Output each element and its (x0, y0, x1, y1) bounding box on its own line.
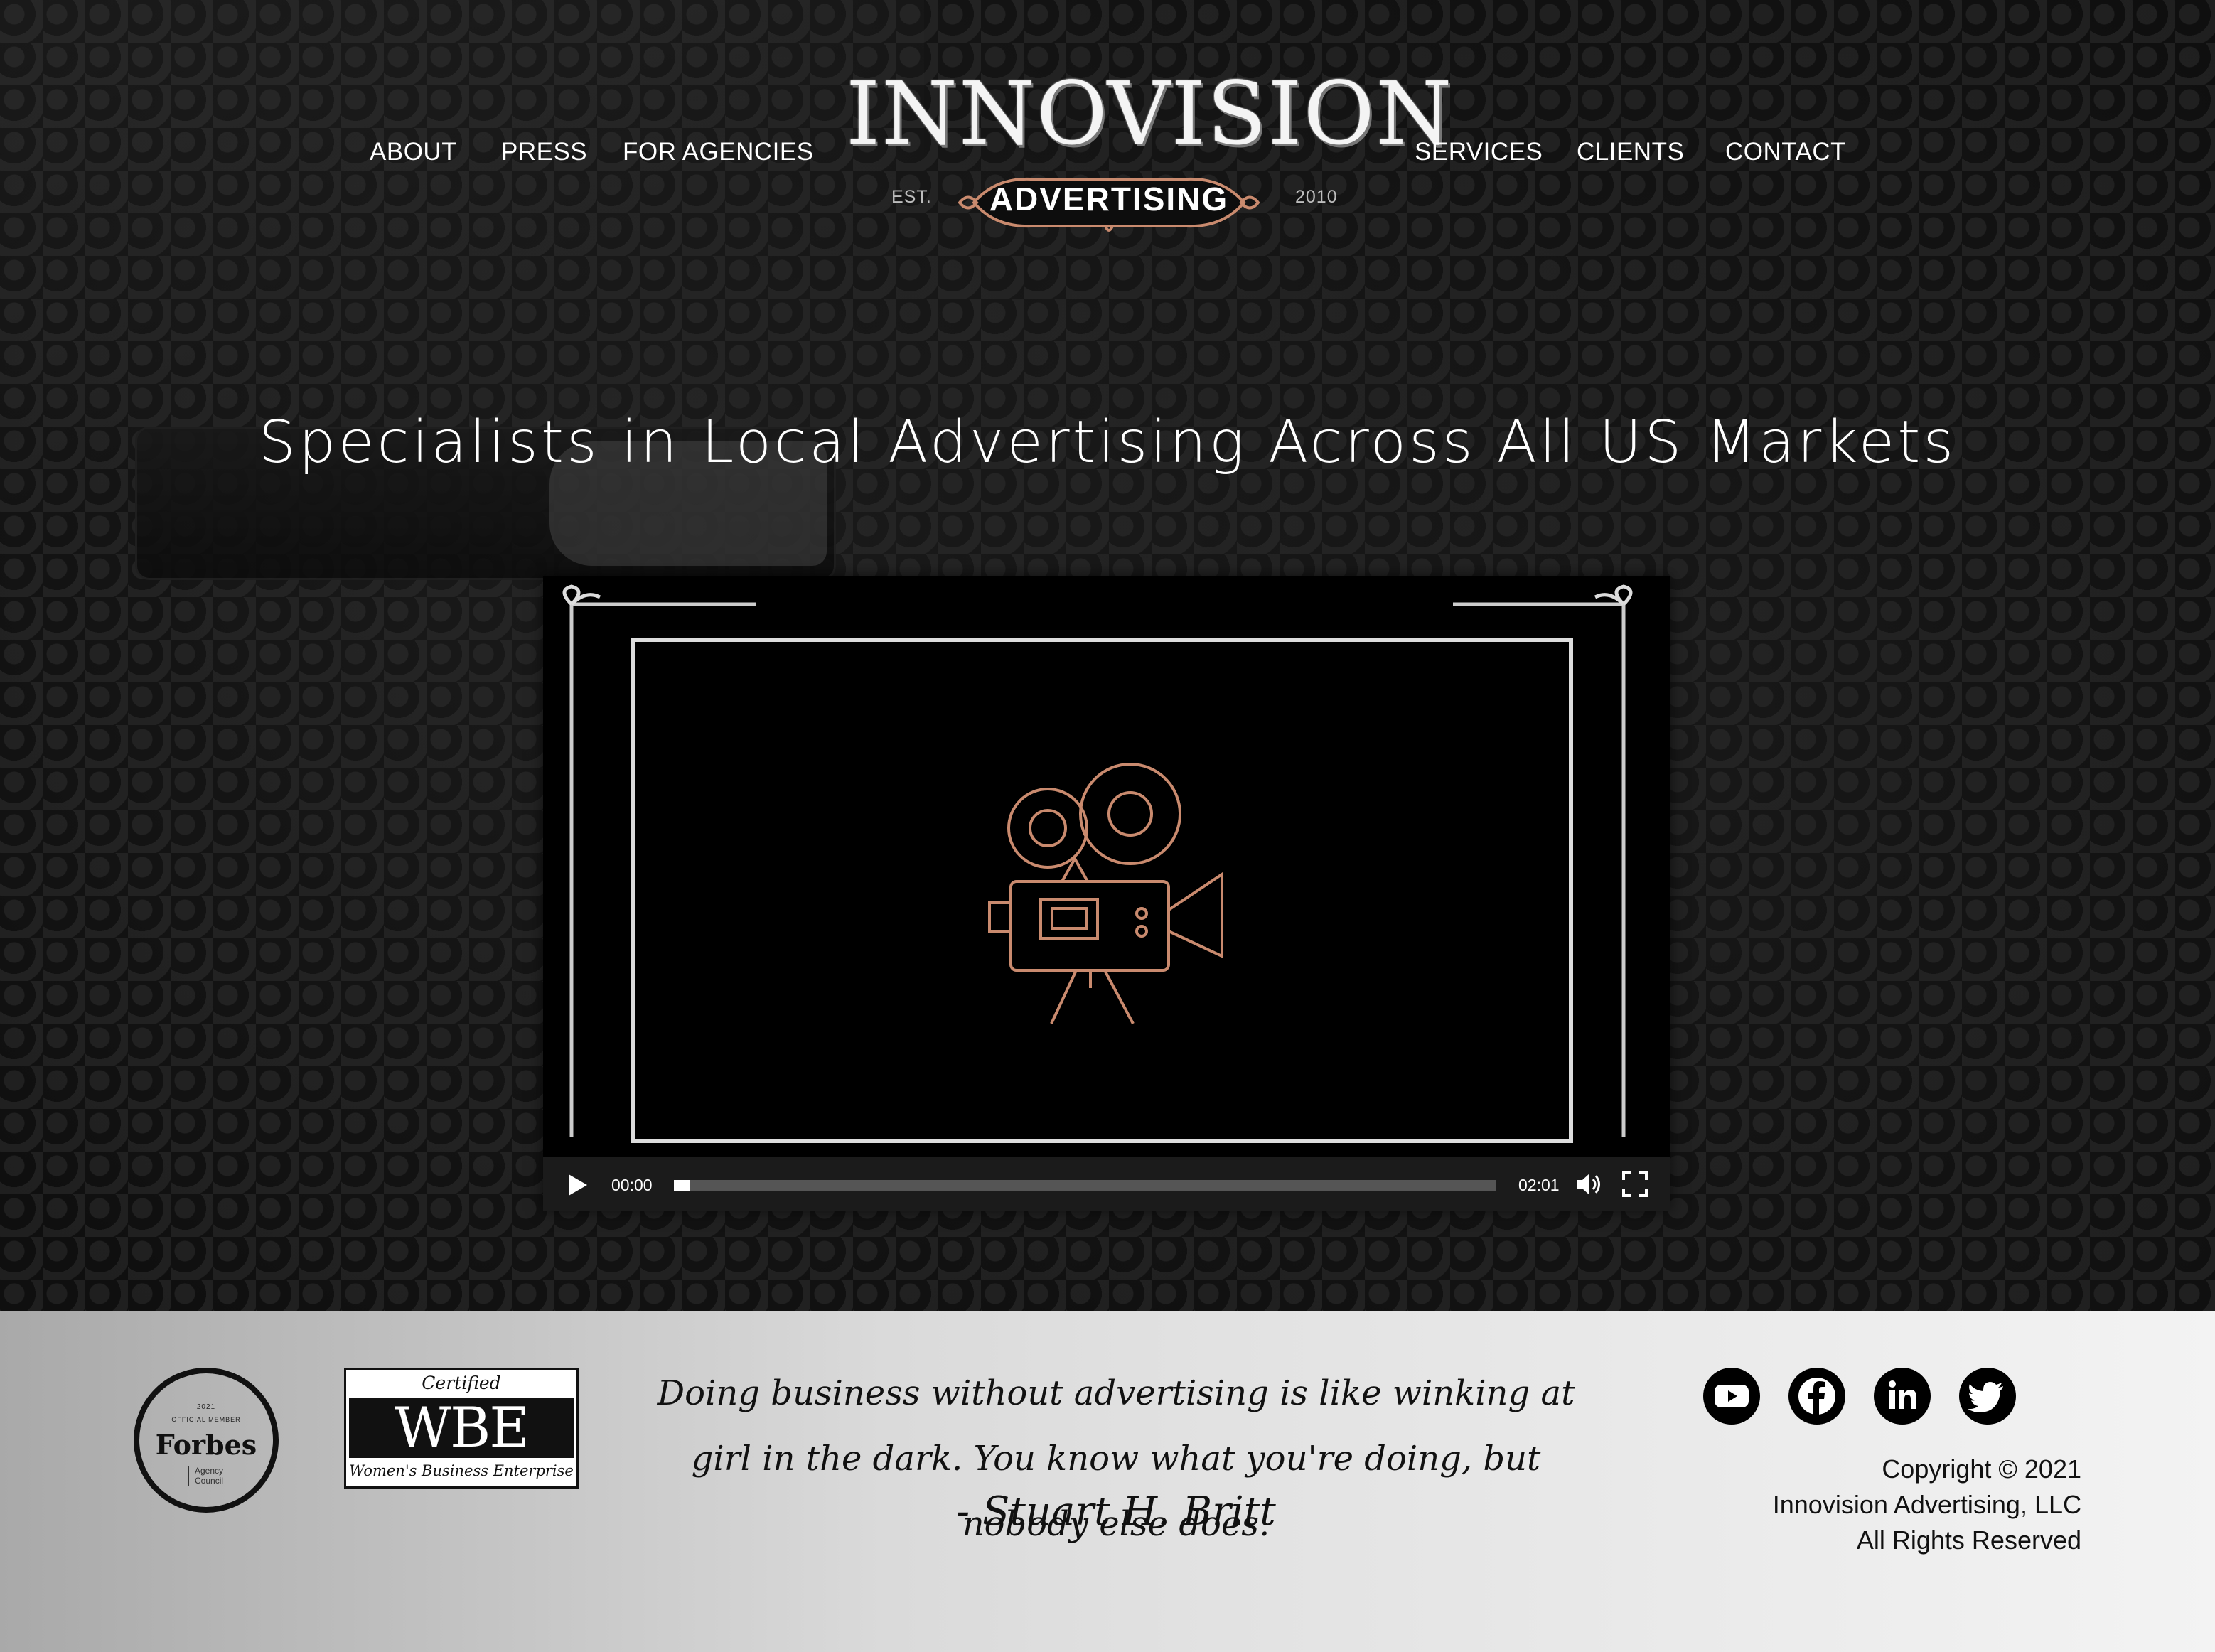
hero-headline: Specialists in Local Advertising Across … (258, 409, 1957, 476)
copyright-rights: All Rights Reserved (1856, 1525, 2081, 1555)
nav-press[interactable]: PRESS (501, 138, 587, 166)
forbes-badge-label: OFFICIAL MEMBER (171, 1416, 241, 1423)
logo-wordmark: INNOVISION (846, 63, 1454, 164)
wbe-certified-badge[interactable]: Certified WBE Women's Business Enterpris… (344, 1368, 579, 1489)
hero-section: ABOUT PRESS FOR AGENCIES INNOVISION ADVE… (0, 0, 2215, 1311)
nav-for-agencies[interactable]: FOR AGENCIES (623, 138, 814, 166)
copyright-line: Copyright © 2021 (1882, 1454, 2081, 1484)
nav-clients[interactable]: CLIENTS (1577, 138, 1684, 166)
facebook-icon[interactable] (1788, 1368, 1845, 1425)
video-poster (562, 584, 1633, 1143)
logo-year: 2010 (1295, 187, 1338, 207)
twitter-icon[interactable] (1959, 1368, 2016, 1425)
movie-camera-icon (988, 763, 1223, 1024)
footer-quote-author: - Stuart H. Britt (956, 1489, 1276, 1535)
fullscreen-icon[interactable] (1622, 1171, 1648, 1197)
video-progress-fill (674, 1180, 691, 1191)
nav-services[interactable]: SERVICES (1415, 138, 1543, 166)
wbe-badge-sub: Women's Business Enterprise (349, 1462, 574, 1479)
innovision-logo[interactable]: INNOVISION ADVERTISING EST. 2010 (846, 60, 1454, 252)
wbe-badge-main: WBE (349, 1398, 574, 1458)
play-icon[interactable] (567, 1173, 589, 1197)
logo-est: EST. (891, 187, 932, 207)
video-progress-bar[interactable] (674, 1180, 1496, 1191)
video-player[interactable]: 00:00 02:01 (543, 576, 1670, 1211)
wbe-badge-certified: Certified (422, 1373, 501, 1393)
video-controls: 00:00 02:01 (543, 1157, 1670, 1211)
youtube-icon[interactable] (1703, 1368, 1760, 1425)
copyright-company: Innovision Advertising, LLC (1772, 1490, 2081, 1519)
video-duration: 02:01 (1518, 1176, 1560, 1194)
forbes-badge-name: Forbes (155, 1429, 257, 1461)
nav-about[interactable]: ABOUT (370, 138, 457, 166)
copyright-block: Copyright © 2021 Innovision Advertising,… (1773, 1452, 2081, 1558)
linkedin-icon[interactable] (1874, 1368, 1931, 1425)
logo-banner-text: ADVERTISING (989, 181, 1229, 218)
forbes-badge-year: 2021 (196, 1403, 216, 1411)
footer: 2021 OFFICIAL MEMBER Forbes Agency Counc… (0, 1311, 2215, 1652)
volume-icon[interactable] (1575, 1171, 1602, 1197)
forbes-agency-council-badge[interactable]: 2021 OFFICIAL MEMBER Forbes Agency Counc… (134, 1368, 279, 1513)
forbes-badge-sub: Agency Council (188, 1466, 245, 1486)
nav-contact[interactable]: CONTACT (1725, 138, 1846, 166)
video-current-time: 00:00 (611, 1176, 653, 1194)
